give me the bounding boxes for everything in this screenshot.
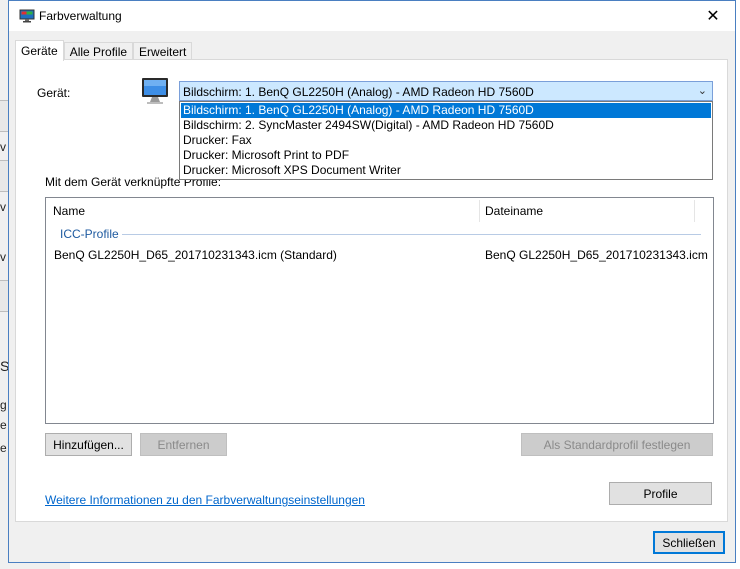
color-management-dialog: Farbverwaltung ✕ Geräte Alle Profile Erw… [8,0,736,563]
more-info-link[interactable]: Weitere Informationen zu den Farbverwalt… [45,493,365,507]
column-separator[interactable] [694,200,695,222]
profile-row-name[interactable]: BenQ GL2250H_D65_201710231343.icm (Stand… [54,248,337,262]
close-icon[interactable]: ✕ [691,1,735,31]
display-icon [142,78,168,104]
column-header-file[interactable]: Dateiname [485,204,543,218]
device-option[interactable]: Drucker: Microsoft Print to PDF [181,148,711,163]
background-char: v [0,250,6,264]
profiles-button[interactable]: Profile [609,482,712,505]
device-option[interactable]: Bildschirm: 2. SyncMaster 2494SW(Digital… [181,118,711,133]
background-fragment [0,280,8,312]
window-title: Farbverwaltung [39,9,122,23]
tab-strip: Geräte Alle Profile Erweitert [15,40,193,61]
background-char: e [0,418,7,432]
column-separator[interactable] [479,200,480,222]
background-fragment [0,160,8,192]
remove-button[interactable]: Entfernen [140,433,227,456]
tab-devices[interactable]: Geräte [15,40,64,61]
add-button[interactable]: Hinzufügen... [45,433,132,456]
device-option[interactable]: Drucker: Fax [181,133,711,148]
list-header: Name Dateiname [46,198,713,224]
monitor-icon [19,9,35,23]
background-char: v [0,200,6,214]
device-dropdown-list: Bildschirm: 1. BenQ GL2250H (Analog) - A… [179,101,713,180]
background-char: e [0,441,7,455]
device-select-value: Bildschirm: 1. BenQ GL2250H (Analog) - A… [183,85,534,99]
set-default-button[interactable]: Als Standardprofil festlegen [521,433,713,456]
chevron-down-icon[interactable]: ⌄ [698,84,707,97]
group-header: ICC-Profile [60,227,119,241]
profile-row-file[interactable]: BenQ GL2250H_D65_201710231343.icm [485,248,708,262]
background-fragment [0,100,8,132]
group-divider [122,234,701,235]
close-button[interactable]: Schließen [653,531,725,554]
device-option[interactable]: Drucker: Microsoft XPS Document Writer [181,163,711,178]
profiles-list[interactable]: Name Dateiname ICC-Profile BenQ GL2250H_… [45,197,714,424]
device-select[interactable]: Bildschirm: 1. BenQ GL2250H (Analog) - A… [179,81,713,101]
background-char: g [0,398,7,412]
column-header-name[interactable]: Name [53,204,85,218]
device-option[interactable]: Bildschirm: 1. BenQ GL2250H (Analog) - A… [181,103,711,118]
devices-panel: Gerät: Bildschirm: 1. BenQ GL2250H (Anal… [15,59,728,522]
background-char: v [0,140,6,154]
device-label: Gerät: [37,86,71,100]
title-bar: Farbverwaltung ✕ [9,1,735,31]
